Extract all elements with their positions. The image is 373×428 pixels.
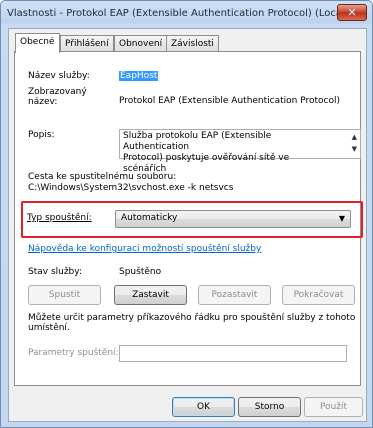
description-text: Služba protokolu EAP (Extensible Authent… bbox=[123, 131, 328, 175]
general-tab-page: Název služby: EapHost Zobrazovaný název:… bbox=[14, 51, 363, 386]
title-bar[interactable]: Vlastnosti - Protokol EAP (Extensible Au… bbox=[1, 1, 372, 27]
display-name-label-line2: název: bbox=[28, 97, 58, 107]
description-box[interactable]: Služba protokolu EAP (Extensible Authent… bbox=[119, 129, 361, 174]
service-status-value: Spuštěno bbox=[119, 267, 162, 277]
ok-button[interactable]: OK bbox=[172, 397, 235, 417]
service-name-value[interactable]: EapHost bbox=[119, 71, 159, 81]
close-icon: ✕ bbox=[347, 6, 357, 19]
scroll-up-icon[interactable]: ▲ bbox=[352, 133, 357, 141]
service-status-label: Stav služby: bbox=[28, 267, 82, 277]
params-help-line-1: Můžete určit parametry příkazového řádku… bbox=[28, 313, 356, 323]
cancel-button[interactable]: Storno bbox=[238, 397, 301, 417]
close-button[interactable]: ✕ bbox=[337, 4, 367, 21]
chevron-down-icon: ▼ bbox=[338, 214, 345, 223]
startup-type-value: Automaticky bbox=[121, 213, 178, 223]
description-line-1: Služba protokolu EAP (Extensible Authent… bbox=[123, 131, 272, 152]
path-label: Cesta ke spustitelnému souboru: bbox=[28, 172, 177, 182]
start-button[interactable]: Spustit bbox=[28, 285, 101, 305]
tab-dependencies[interactable]: Závislosti bbox=[166, 35, 219, 52]
path-value[interactable]: C:\Windows\System32\svchost.exe -k netsv… bbox=[28, 183, 233, 194]
scroll-down-icon[interactable]: ▼ bbox=[352, 145, 357, 153]
dialog-client: Obecné Přihlášení Obnovení Závislosti Ná… bbox=[8, 28, 367, 422]
start-params-label: Parametry spuštění: bbox=[28, 348, 119, 358]
apply-button[interactable]: Použít bbox=[304, 397, 363, 417]
start-params-input[interactable] bbox=[119, 345, 347, 362]
stop-button[interactable]: Zastavit bbox=[114, 285, 187, 305]
tab-logon[interactable]: Přihlášení bbox=[60, 35, 114, 52]
params-help-line-2: umístění. bbox=[28, 323, 70, 333]
tab-recovery[interactable]: Obnovení bbox=[114, 35, 168, 52]
startup-help-link[interactable]: Nápověda ke konfiguraci možností spouště… bbox=[28, 244, 261, 254]
startup-type-label: Typ spouštění: bbox=[27, 213, 92, 223]
description-label: Popis: bbox=[28, 130, 55, 140]
resume-button[interactable]: Pokračovat bbox=[282, 285, 355, 305]
startup-type-highlight: Typ spouštění: Automaticky ▼ bbox=[21, 201, 363, 238]
properties-window: Vlastnosti - Protokol EAP (Extensible Au… bbox=[0, 0, 373, 428]
window-title: Vlastnosti - Protokol EAP (Extensible Au… bbox=[7, 8, 337, 19]
startup-type-select[interactable]: Automaticky ▼ bbox=[115, 210, 351, 228]
pause-button[interactable]: Pozastavit bbox=[198, 285, 271, 305]
tab-general[interactable]: Obecné bbox=[15, 33, 60, 53]
service-name-label: Název služby: bbox=[28, 71, 90, 81]
display-name-value[interactable]: Protokol EAP (Extensible Authentication … bbox=[119, 96, 340, 107]
